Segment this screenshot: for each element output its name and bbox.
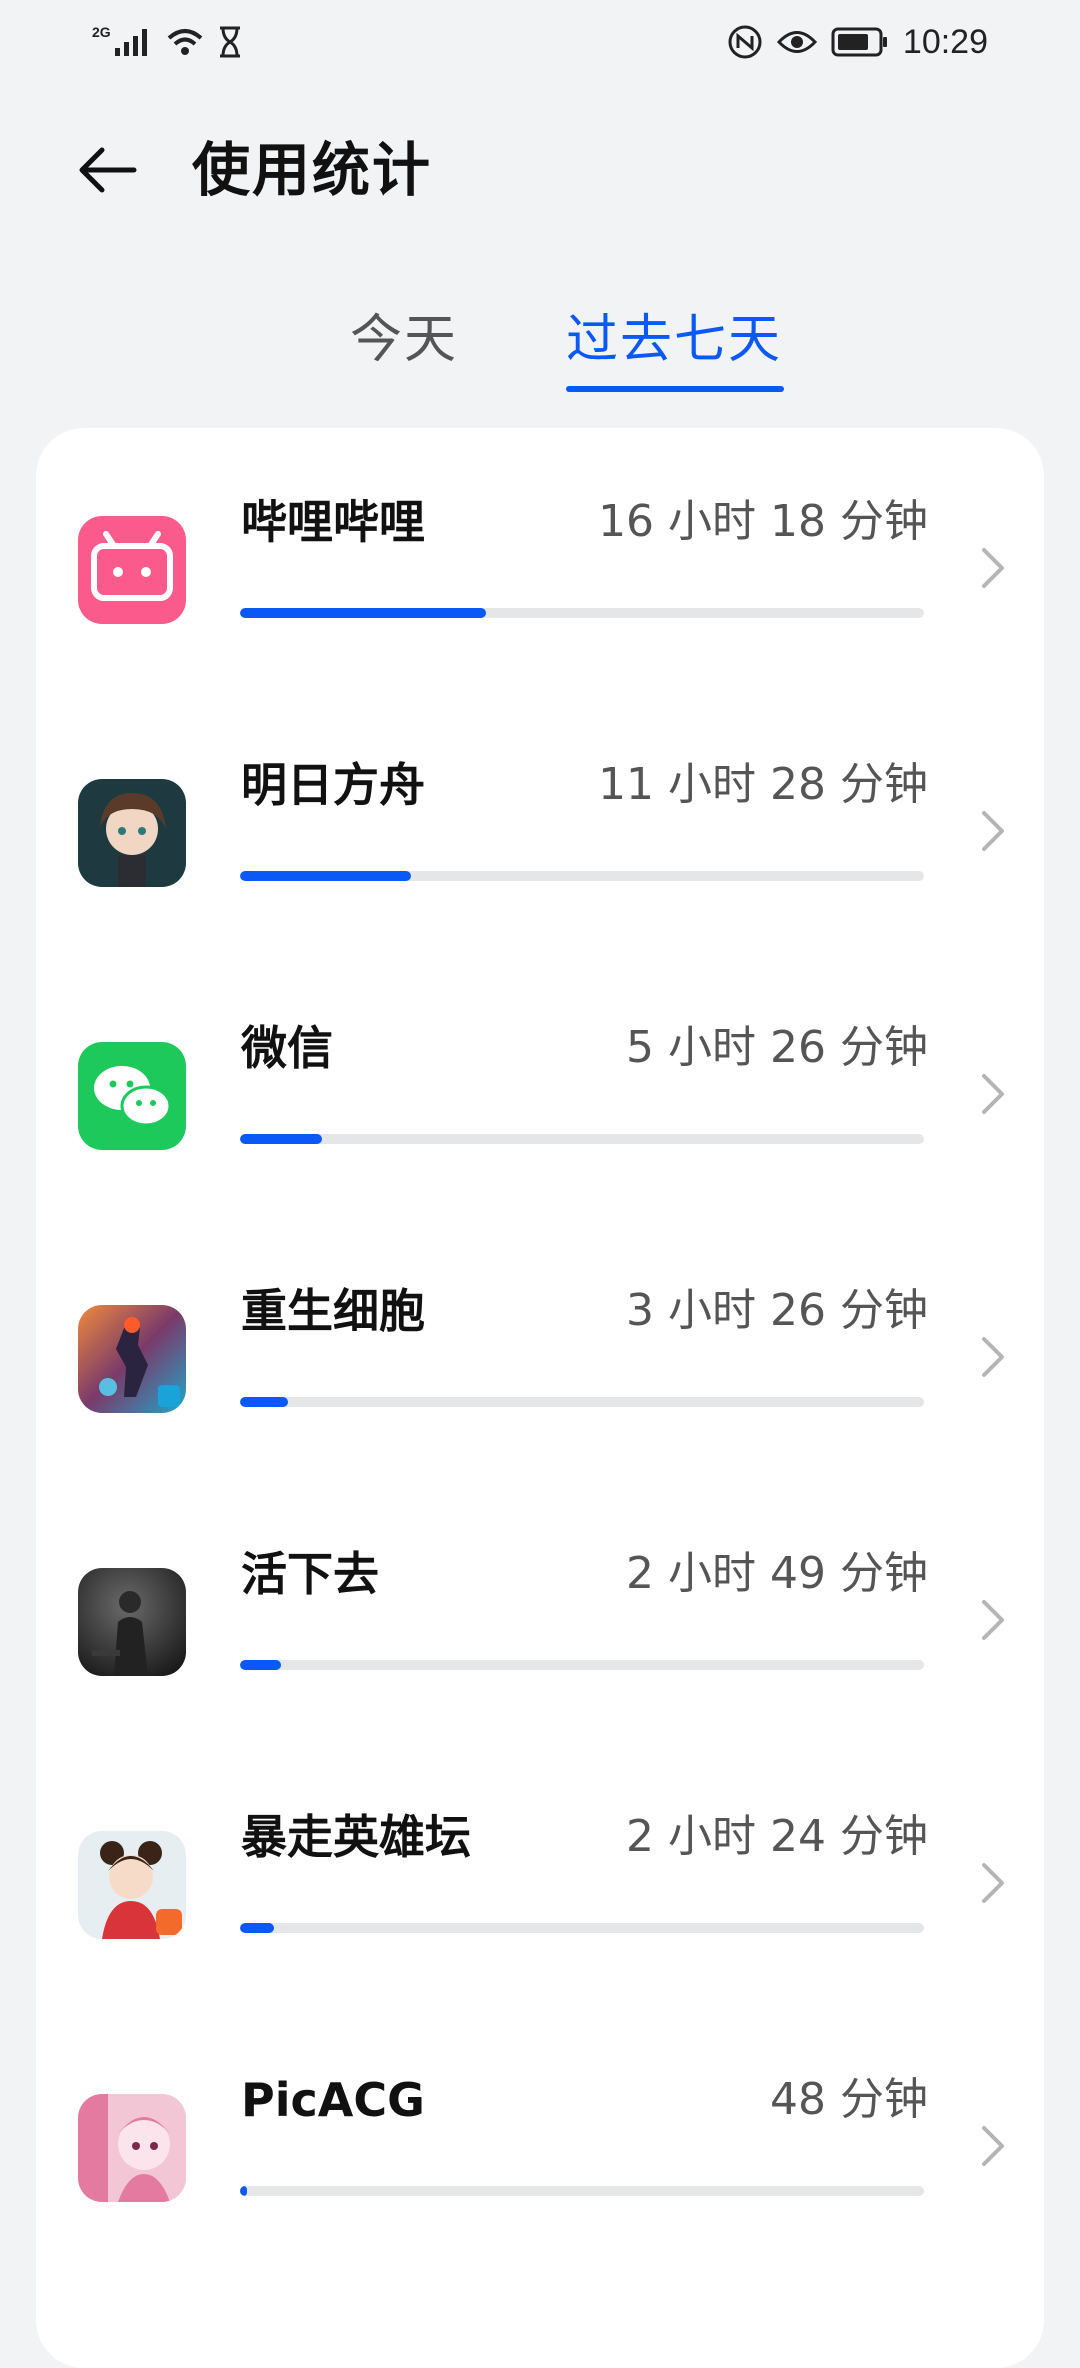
active-tab-indicator	[566, 386, 784, 392]
page-title: 使用统计	[192, 136, 433, 204]
tab-past-seven-days[interactable]: 过去七天	[566, 300, 782, 380]
app-name: 重生细胞	[241, 1284, 425, 1338]
usage-bar-fill	[240, 871, 411, 881]
app-name: 暴走英雄坛	[241, 1810, 471, 1864]
app-usage-time: 2 小时 49 分钟	[626, 1548, 928, 1599]
chevron-right-icon	[982, 1074, 1004, 1114]
app-name: 明日方舟	[241, 758, 425, 812]
chevron-right-icon	[982, 1337, 1004, 1377]
app-name: PicACG	[241, 2073, 425, 2127]
usage-bar	[240, 1397, 924, 1407]
header: 使用统计	[0, 120, 1080, 220]
app-usage-time: 3 小时 26 分钟	[626, 1285, 928, 1336]
wechat-icon	[78, 1042, 186, 1150]
nfc-icon	[728, 25, 762, 59]
live-or-die-icon	[78, 1568, 186, 1676]
status-time: 10:29	[902, 22, 988, 61]
usage-bar-fill	[240, 1923, 275, 1933]
app-row-baozou-yingxiongtan[interactable]: 暴走英雄坛 2 小时 24 分钟	[36, 1743, 1044, 1983]
battery-icon	[831, 27, 887, 57]
usage-bar-fill	[240, 1134, 323, 1144]
eye-comfort-icon	[776, 31, 817, 53]
hourglass-icon	[219, 26, 240, 58]
tab-bar: 今天 过去七天	[0, 300, 1080, 400]
chevron-right-icon	[982, 548, 1004, 588]
bilibili-icon	[78, 516, 186, 624]
app-row-dead-cells[interactable]: 重生细胞 3 小时 26 分钟	[36, 1217, 1044, 1457]
app-usage-time: 16 小时 18 分钟	[598, 496, 928, 547]
status-right: 10:29	[727, 22, 988, 62]
app-name: 微信	[241, 1021, 333, 1075]
chevron-right-icon	[982, 811, 1004, 851]
usage-bar-fill	[240, 1397, 288, 1407]
status-bar: 2G 10:29	[0, 0, 1080, 84]
signal-icon	[114, 29, 147, 56]
back-button[interactable]	[68, 130, 148, 210]
usage-bar	[240, 1660, 924, 1670]
usage-bar	[240, 1923, 924, 1933]
arknights-icon	[78, 779, 186, 887]
usage-bar	[240, 2186, 924, 2196]
dead-cells-icon	[78, 1305, 186, 1413]
app-row-picacg[interactable]: PicACG 48 分钟	[36, 2006, 1044, 2246]
app-usage-time: 5 小时 26 分钟	[626, 1022, 928, 1073]
app-row-arknights[interactable]: 明日方舟 11 小时 28 分钟	[36, 691, 1044, 931]
app-usage-time: 48 分钟	[770, 2074, 928, 2125]
usage-bar-fill	[240, 1660, 282, 1670]
chevron-right-icon	[982, 1863, 1004, 1903]
usage-bar	[240, 1134, 924, 1144]
app-usage-time: 11 小时 28 分钟	[598, 759, 928, 810]
usage-bar-fill	[240, 608, 487, 618]
usage-bar-fill	[240, 2186, 247, 2196]
arrow-left-icon	[79, 147, 137, 193]
app-name: 活下去	[241, 1547, 379, 1601]
app-usage-card: 哔哩哔哩 16 小时 18 分钟 明日方舟 11 小时 28 分钟 微信 5 小…	[36, 428, 1044, 2368]
network-type-label: 2G	[92, 24, 111, 40]
picacg-icon	[78, 2094, 186, 2202]
wifi-icon	[167, 29, 203, 55]
chevron-right-icon	[982, 2126, 1004, 2166]
usage-bar	[240, 608, 924, 618]
app-row-bilibili[interactable]: 哔哩哔哩 16 小时 18 分钟	[36, 428, 1044, 668]
app-usage-time: 2 小时 24 分钟	[626, 1811, 928, 1862]
usage-bar	[240, 871, 924, 881]
chevron-right-icon	[982, 1600, 1004, 1640]
baozou-yingxiongtan-icon	[78, 1831, 186, 1939]
app-name: 哔哩哔哩	[241, 495, 425, 549]
status-left: 2G	[92, 22, 243, 62]
tab-today[interactable]: 今天	[350, 300, 458, 380]
app-row-wechat[interactable]: 微信 5 小时 26 分钟	[36, 954, 1044, 1194]
app-row-live-or-die[interactable]: 活下去 2 小时 49 分钟	[36, 1480, 1044, 1720]
